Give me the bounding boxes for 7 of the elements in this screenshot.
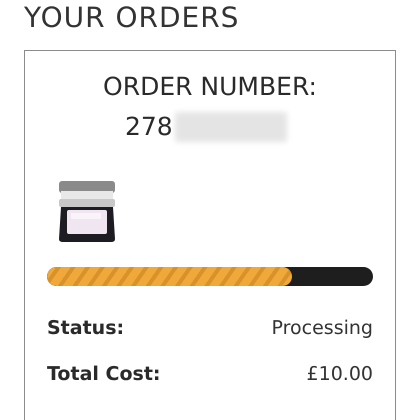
detail-label: Status: (47, 316, 124, 340)
order-number-label: ORDER NUMBER: (102, 71, 318, 103)
page-title: YOUR ORDERS (24, 0, 240, 36)
detail-label: Total Cost: (47, 362, 161, 386)
order-number: 278 (125, 111, 173, 143)
detail-value: Processing (272, 316, 373, 340)
detail-value: £10.00 (306, 362, 373, 386)
